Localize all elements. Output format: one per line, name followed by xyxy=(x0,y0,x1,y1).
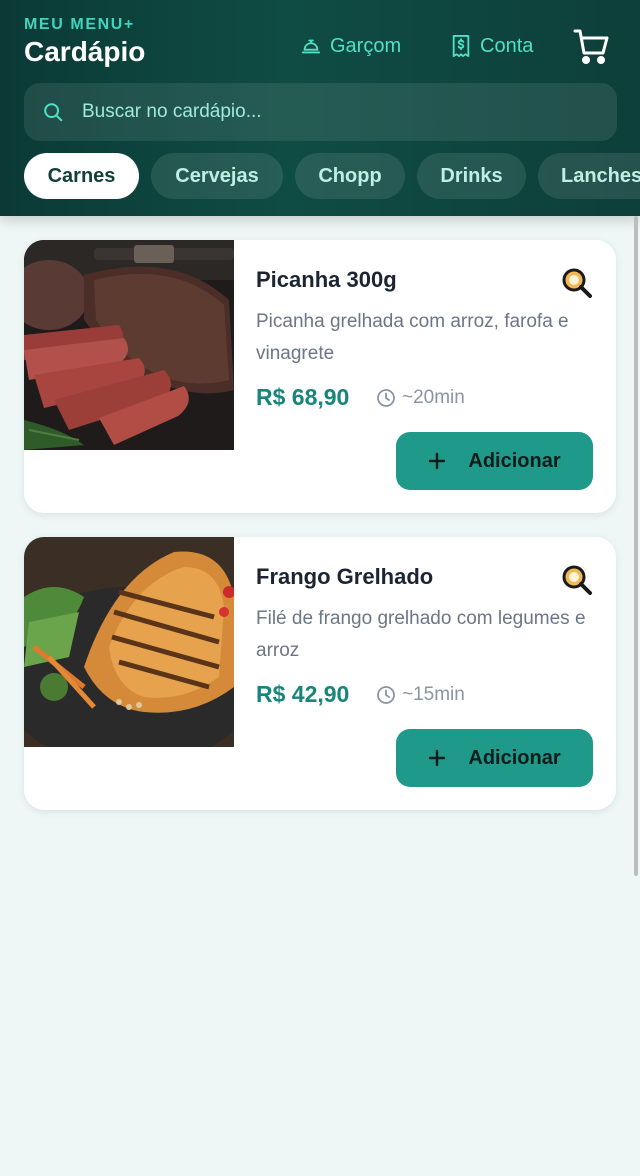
magnifier-icon xyxy=(562,565,592,595)
page-title: Cardápio xyxy=(24,36,146,67)
add-to-cart-button[interactable]: Adicionar xyxy=(396,729,593,787)
bill-button[interactable]: Conta xyxy=(450,30,533,62)
cart-icon xyxy=(573,29,609,64)
tab-carnes[interactable]: Carnes xyxy=(24,153,139,199)
search-bar[interactable] xyxy=(24,83,617,141)
item-price: R$ 42,90 xyxy=(256,681,350,707)
tab-chopp[interactable]: Chopp xyxy=(295,153,405,199)
magnifier-icon xyxy=(562,268,592,298)
receipt-icon xyxy=(450,34,472,58)
view-item-button[interactable] xyxy=(560,266,594,300)
prep-time-label: ~15min xyxy=(402,684,465,705)
menu-item-card: Frango Grelhado Filé de frango grelhado … xyxy=(24,537,616,810)
item-description: Filé de frango grelhado com legumes e ar… xyxy=(256,608,586,661)
item-name: Frango Grelhado xyxy=(256,564,434,589)
item-price: R$ 68,90 xyxy=(256,384,350,410)
tab-drinks[interactable]: Drinks xyxy=(417,153,526,199)
cart-button[interactable] xyxy=(572,26,610,66)
add-to-cart-label: Adicionar xyxy=(468,449,561,472)
app-header: MEU MENU+ Cardápio Garçom Conta Buscar n… xyxy=(0,0,640,216)
item-photo xyxy=(24,537,234,747)
service-bell-icon xyxy=(300,35,322,57)
tab-cervejas[interactable]: Cervejas xyxy=(151,153,283,199)
call-waiter-label: Garçom xyxy=(330,34,402,57)
clock-icon xyxy=(377,389,395,407)
search-icon xyxy=(44,103,63,122)
menu-item-card: Picanha 300g Picanha grelhada com arroz,… xyxy=(24,240,616,513)
call-waiter-button[interactable]: Garçom xyxy=(300,30,401,62)
item-name: Picanha 300g xyxy=(256,267,397,292)
scrollbar[interactable] xyxy=(634,216,638,1176)
bill-label: Conta xyxy=(480,34,534,57)
plus-icon xyxy=(429,452,446,470)
item-description: Picanha grelhada com arroz, farofa e vin… xyxy=(256,311,569,364)
clock-icon xyxy=(377,686,395,704)
add-to-cart-label: Adicionar xyxy=(468,746,561,769)
add-to-cart-button[interactable]: Adicionar xyxy=(396,432,593,490)
brand-subtitle: MEU MENU+ xyxy=(24,16,135,33)
search-input[interactable] xyxy=(82,101,562,123)
plus-icon xyxy=(429,749,446,767)
prep-time: ~15min xyxy=(376,683,465,707)
tab-lanches[interactable]: Lanches xyxy=(538,153,640,199)
prep-time: ~20min xyxy=(376,386,465,410)
category-tabs: Carnes Cervejas Chopp Drinks Lanches xyxy=(24,153,640,199)
view-item-button[interactable] xyxy=(560,563,594,597)
prep-time-label: ~20min xyxy=(402,387,465,408)
item-photo xyxy=(24,240,234,450)
